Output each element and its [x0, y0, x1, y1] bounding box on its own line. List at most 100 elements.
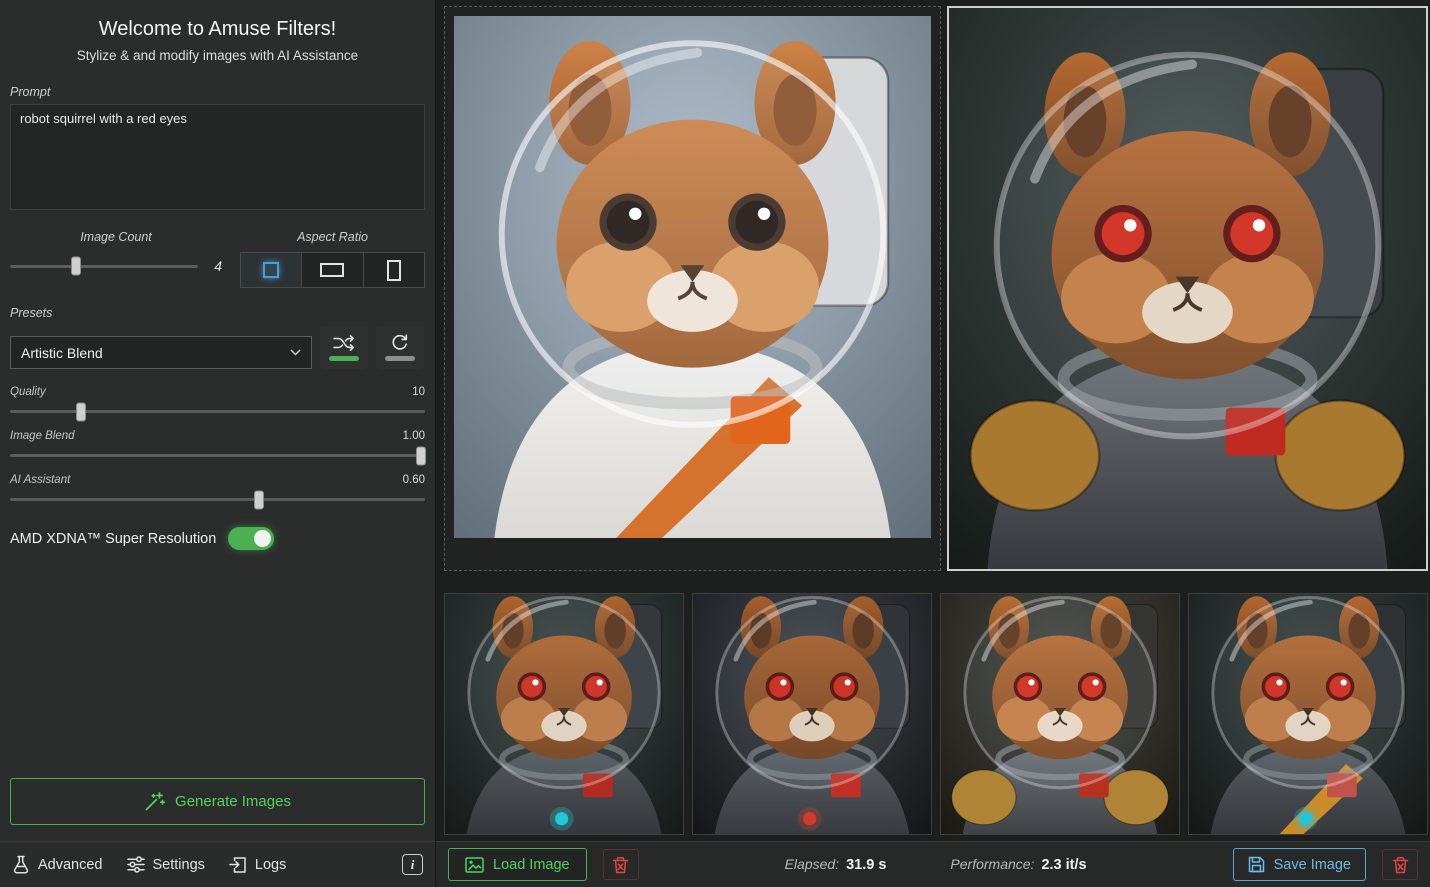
- trash-delete-icon: [612, 856, 629, 874]
- performance-value: 2.3 it/s: [1041, 857, 1087, 873]
- page-subtitle: Stylize & and modify images with AI Assi…: [76, 48, 359, 63]
- load-image-label: Load Image: [493, 856, 570, 873]
- image-count-slider[interactable]: [10, 256, 198, 276]
- aspect-landscape-button[interactable]: [302, 253, 364, 287]
- refresh-inactive-indicator: [385, 356, 415, 361]
- image-blend-slider-group: Image Blend 1.00: [10, 430, 426, 465]
- image-count-label: Image Count: [80, 230, 152, 244]
- thumbnail-1[interactable]: [444, 593, 684, 835]
- preview-row: [436, 0, 1430, 571]
- save-icon: [1248, 856, 1265, 873]
- preset-selected-value: Artistic Blend: [21, 344, 103, 361]
- logs-button[interactable]: Logs: [229, 856, 286, 874]
- advanced-label: Advanced: [38, 856, 103, 873]
- clear-input-button[interactable]: [602, 849, 639, 880]
- ai-assistant-slider[interactable]: [10, 490, 425, 509]
- thumbnail-3-image: [941, 594, 1179, 834]
- quality-slider-thumb[interactable]: [75, 402, 86, 421]
- delete-output-button[interactable]: [1382, 849, 1418, 880]
- logs-label: Logs: [254, 856, 287, 873]
- performance-label: Performance:: [950, 856, 1035, 872]
- load-image-button[interactable]: Load Image: [448, 848, 587, 881]
- presets-row: Artistic Blend: [10, 326, 425, 369]
- input-image-panel[interactable]: [444, 6, 941, 571]
- image-count-group: Image Count 4: [10, 230, 222, 276]
- save-image-label: Save Image: [1273, 856, 1351, 873]
- aspect-ratio-label: Aspect Ratio: [297, 230, 368, 244]
- sidebar: Welcome to Amuse Filters! Stylize & and …: [0, 0, 436, 887]
- portrait-aspect-icon: [386, 259, 401, 281]
- thumbnail-4-image: [1189, 594, 1427, 834]
- preset-dropdown[interactable]: Artistic Blend: [10, 336, 312, 369]
- generate-images-button[interactable]: Generate Images: [10, 778, 425, 825]
- status-bar: Load Image Elapsed: 31.9 s Performance: …: [436, 841, 1430, 887]
- info-icon: i: [410, 856, 415, 872]
- ai-assistant-slider-thumb[interactable]: [254, 490, 264, 509]
- square-aspect-icon: [263, 262, 280, 278]
- flask-icon: [12, 855, 30, 874]
- output-image-panel: [947, 6, 1428, 571]
- save-image-button[interactable]: Save Image: [1232, 848, 1366, 881]
- quality-slider-group: Quality 10: [10, 386, 425, 421]
- output-image: [949, 8, 1426, 569]
- shuffle-active-indicator: [329, 355, 359, 361]
- presets-label: Presets: [10, 306, 53, 320]
- refresh-icon: [391, 334, 409, 351]
- super-resolution-row: AMD XDNA™ Super Resolution: [10, 527, 425, 550]
- amuse-app: Welcome to Amuse Filters! Stylize & and …: [0, 0, 1430, 887]
- logs-icon: [229, 856, 247, 874]
- image-blend-label: Image Blend: [10, 430, 75, 442]
- toggle-knob: [254, 530, 272, 547]
- image-icon: [465, 856, 484, 873]
- prompt-label: Prompt: [10, 85, 51, 99]
- metrics: Elapsed: 31.9 s Performance: 2.3 it/s: [639, 856, 1233, 873]
- super-resolution-toggle[interactable]: [228, 527, 275, 550]
- aspect-square-button[interactable]: [241, 253, 303, 287]
- settings-button[interactable]: Settings: [126, 856, 205, 873]
- image-count-slider-thumb[interactable]: [70, 256, 81, 276]
- image-blend-slider-thumb[interactable]: [415, 446, 426, 465]
- landscape-aspect-icon: [320, 263, 345, 277]
- sliders-icon: [126, 856, 145, 873]
- ai-assistant-value: 0.60: [402, 474, 425, 486]
- image-count-value: 4: [214, 258, 222, 274]
- thumbnail-strip: [436, 593, 1430, 835]
- magic-wand-icon: [144, 791, 166, 812]
- info-button[interactable]: i: [402, 854, 423, 875]
- elapsed-label: Elapsed:: [784, 856, 840, 872]
- elapsed-metric: Elapsed: 31.9 s: [785, 856, 887, 873]
- sidebar-content: Welcome to Amuse Filters! Stylize & and …: [0, 0, 435, 841]
- ai-assistant-slider-group: AI Assistant 0.60: [10, 474, 425, 509]
- shuffle-preset-button[interactable]: [320, 326, 368, 369]
- quality-slider[interactable]: [10, 402, 425, 421]
- refresh-preset-button[interactable]: [376, 326, 424, 369]
- aspect-portrait-button[interactable]: [364, 253, 424, 287]
- quality-value: 10: [412, 386, 425, 398]
- aspect-ratio-buttons: [240, 252, 425, 288]
- aspect-ratio-group: Aspect Ratio: [240, 230, 425, 288]
- thumbnail-3[interactable]: [940, 593, 1180, 835]
- shuffle-icon: [333, 334, 355, 351]
- elapsed-value: 31.9 s: [846, 857, 887, 873]
- generate-images-label: Generate Images: [175, 793, 291, 810]
- thumbnail-4[interactable]: [1188, 593, 1428, 835]
- image-blend-slider[interactable]: [10, 446, 426, 465]
- chevron-down-icon: [290, 349, 301, 356]
- input-image: [454, 16, 931, 538]
- image-blend-value: 1.00: [402, 430, 425, 442]
- quality-label: Quality: [10, 386, 46, 398]
- settings-label: Settings: [152, 856, 205, 873]
- sidebar-footer: Advanced Settings Logs i: [0, 841, 435, 887]
- prompt-input[interactable]: robot squirrel with a red eyes: [10, 104, 425, 210]
- performance-metric: Performance: 2.3 it/s: [950, 856, 1086, 873]
- thumbnail-2-image: [693, 594, 931, 834]
- main-area: Load Image Elapsed: 31.9 s Performance: …: [436, 0, 1430, 887]
- page-title: Welcome to Amuse Filters!: [98, 18, 337, 40]
- ai-assistant-label: AI Assistant: [10, 474, 71, 486]
- thumbnail-1-image: [445, 594, 683, 834]
- advanced-button[interactable]: Advanced: [12, 855, 103, 874]
- trash-delete-icon: [1392, 856, 1409, 874]
- super-resolution-label: AMD XDNA™ Super Resolution: [10, 530, 217, 547]
- count-aspect-row: Image Count 4 Aspect Ratio: [10, 230, 425, 288]
- thumbnail-2[interactable]: [692, 593, 932, 835]
